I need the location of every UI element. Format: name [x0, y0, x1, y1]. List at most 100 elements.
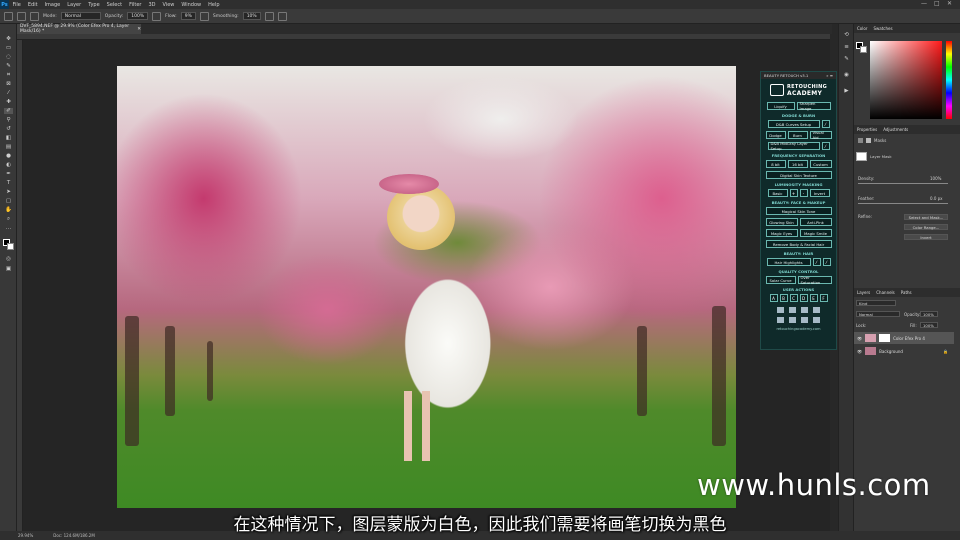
quick-mask-icon[interactable]: ◎ — [4, 256, 13, 262]
hair-highlights-button[interactable]: Hair Highlights — [766, 258, 811, 266]
anti-pink-button[interactable]: Anti-Pink — [799, 218, 832, 226]
color-range-button[interactable]: Color Range... — [904, 224, 948, 230]
menu-edit[interactable]: Edit — [24, 2, 41, 8]
brush-tool-icon[interactable] — [4, 11, 13, 21]
close-window-button[interactable]: ✕ — [947, 0, 952, 7]
opacity-input[interactable]: 100% — [127, 12, 149, 20]
invert-button[interactable]: Invert — [809, 189, 830, 197]
maximize-button[interactable]: □ — [934, 0, 940, 7]
pixel-mask-icon[interactable] — [858, 138, 863, 143]
brush-preset-icon[interactable] — [17, 11, 26, 21]
blend-mode-select[interactable]: Normal — [856, 311, 900, 317]
magic-eyes-button[interactable]: Magic Eyes — [765, 229, 798, 237]
pressure-size-icon[interactable] — [277, 11, 287, 21]
action-f-button[interactable]: F — [819, 294, 828, 302]
menu-view[interactable]: View — [159, 2, 178, 8]
pen-tool-icon[interactable]: ✒ — [4, 171, 13, 177]
menu-window[interactable]: Window — [178, 2, 205, 8]
edit-alt-icon[interactable] — [801, 307, 808, 313]
edit-icon[interactable] — [789, 307, 796, 313]
layers-icon[interactable] — [777, 317, 784, 323]
basic-button[interactable]: Basic — [767, 189, 788, 197]
play-icon[interactable]: ▶ — [842, 88, 851, 94]
menu-image[interactable]: Image — [41, 2, 64, 8]
web-icon[interactable] — [801, 317, 808, 323]
close-tab-icon[interactable]: ✕ — [137, 27, 141, 32]
screen-mode-icon[interactable]: ▣ — [4, 266, 13, 272]
sharpen-image-button[interactable]: Sharpen Image — [796, 101, 831, 111]
clone-stamp-tool-icon[interactable]: ⚲ — [4, 117, 13, 123]
lasso-tool-icon[interactable]: ◌ — [4, 54, 13, 60]
eraser-tool-icon[interactable]: ◧ — [4, 135, 13, 141]
eye-icon[interactable]: 👁 — [857, 336, 862, 341]
history-icon[interactable]: ⟲ — [842, 32, 851, 38]
crown-icon[interactable] — [777, 307, 784, 313]
action-a-button[interactable]: A — [769, 294, 778, 302]
eyedropper-tool-icon[interactable]: ⁄ — [4, 90, 13, 96]
hand-tool-icon[interactable]: ✋ — [4, 207, 13, 213]
menu-help[interactable]: Help — [205, 2, 223, 8]
menu-file[interactable]: File — [9, 2, 24, 8]
eye-icon[interactable]: 👁 — [857, 349, 862, 354]
minus-button[interactable]: - — [799, 189, 808, 197]
select-and-mask-button[interactable]: Select and Mask... — [904, 214, 948, 220]
retouching-academy-url[interactable]: retouchingacademy.com — [761, 327, 836, 331]
shape-tool-icon[interactable]: ▢ — [4, 198, 13, 204]
color-picker-field[interactable] — [870, 41, 942, 119]
airbrush-icon[interactable] — [199, 11, 209, 21]
density-value[interactable]: 100% — [930, 176, 941, 181]
menu-layer[interactable]: Layer — [64, 2, 85, 8]
brush-panel-icon[interactable]: ✎ — [842, 56, 851, 62]
layer-row[interactable]: 👁 Background 🔒 — [854, 345, 954, 357]
layer-opacity-input[interactable]: 100% — [920, 311, 938, 317]
mode-select[interactable]: Normal — [60, 12, 101, 20]
tab-layers[interactable]: Layers — [857, 290, 870, 295]
background-color-swatch[interactable] — [7, 243, 14, 250]
color-panel-background[interactable] — [860, 46, 867, 53]
layer-mask-thumbnail[interactable] — [856, 152, 867, 161]
digital-skin-texture-button[interactable]: Digital Skin Texture — [765, 171, 832, 179]
tab-adjustments[interactable]: Adjustments — [883, 127, 908, 132]
density-slider[interactable] — [858, 183, 948, 184]
custom-button[interactable]: Custom — [809, 160, 832, 168]
menu-filter[interactable]: Filter — [126, 2, 145, 8]
burn-button[interactable]: Burn — [787, 131, 808, 139]
layer-kind-filter[interactable]: Kind — [856, 300, 896, 306]
gear-icon[interactable] — [264, 11, 274, 21]
remove-hair-button[interactable]: Remove Body & Facial Hair — [765, 240, 832, 248]
plugin-icon[interactable]: ◉ — [842, 72, 851, 78]
invert-mask-button[interactable]: Invert — [904, 234, 948, 240]
history-brush-tool-icon[interactable]: ↺ — [4, 126, 13, 132]
save-icon[interactable] — [813, 317, 820, 323]
vector-mask-icon[interactable] — [866, 138, 871, 143]
healing-tool-icon[interactable]: ✚ — [4, 99, 13, 105]
tab-properties[interactable]: Properties — [857, 127, 877, 132]
move-tool-icon[interactable]: ✥ — [4, 36, 13, 42]
brush-tool-icon[interactable]: ✐ — [4, 108, 13, 114]
dodge-button[interactable]: Dodge — [765, 131, 786, 139]
brush-icon[interactable]: ⁄ — [821, 142, 830, 150]
fill-input[interactable]: 100% — [920, 322, 938, 328]
brush-icon[interactable]: ⁄ — [812, 258, 821, 266]
path-select-tool-icon[interactable]: ➤ — [4, 189, 13, 195]
feather-slider[interactable] — [858, 203, 948, 204]
over-saturation-button[interactable]: Over Saturation — [797, 275, 832, 285]
16bit-button[interactable]: 16 bit — [787, 160, 808, 168]
document-tab[interactable]: DVF_5894.NEF @ 29.9% (Color Efex Pro 4, … — [17, 24, 141, 34]
solar-curve-button[interactable]: Solar Curve — [765, 276, 796, 284]
plus-button[interactable]: + — [789, 189, 798, 197]
db-midgray-setup-button[interactable]: D&B MidGray Layer Setup — [767, 141, 820, 151]
layer-row[interactable]: 👁 Color Efex Pro 4 — [854, 332, 954, 344]
brush-settings-icon[interactable] — [30, 11, 39, 21]
gradient-tool-icon[interactable]: ▤ — [4, 144, 13, 150]
photo-canvas[interactable] — [117, 66, 736, 508]
action-e-button[interactable]: E — [809, 294, 818, 302]
frame-tool-icon[interactable]: ⊠ — [4, 81, 13, 87]
visual-aid-button[interactable]: Visual Aid — [809, 130, 832, 140]
tab-channels[interactable]: Channels — [876, 290, 895, 295]
tab-paths[interactable]: Paths — [901, 290, 912, 295]
magic-smile-button[interactable]: Magic Smile — [799, 229, 832, 237]
glowing-skin-button[interactable]: Glowing Skin — [765, 218, 798, 226]
minimize-button[interactable]: — — [921, 0, 927, 7]
feather-value[interactable]: 0.0 px — [930, 196, 943, 201]
